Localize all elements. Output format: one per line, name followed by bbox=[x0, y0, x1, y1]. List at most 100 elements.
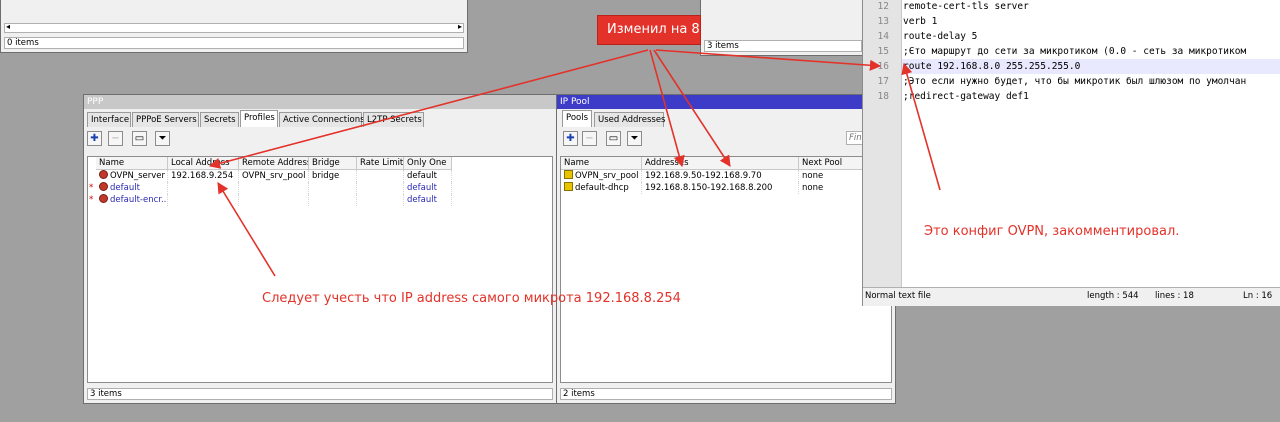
tab-interface[interactable]: Interface bbox=[87, 112, 131, 127]
code-line[interactable]: ;redirect-gateway def1 bbox=[903, 89, 1029, 104]
pool-addresses: 192.168.9.50-192.168.9.70 bbox=[642, 170, 799, 182]
pool-name: OVPN_srv_pool bbox=[561, 170, 642, 182]
code-line[interactable]: route-delay 5 bbox=[903, 29, 977, 44]
line-number: 13 bbox=[877, 16, 889, 27]
profile-name: OVPN_server bbox=[96, 170, 168, 182]
local-address bbox=[168, 194, 239, 206]
line-number: 16 bbox=[877, 61, 889, 72]
column-header-remote-address[interactable]: Remote Address bbox=[239, 157, 309, 170]
rate-limit bbox=[357, 182, 404, 194]
editor-status-bar: Normal text file length : 544 lines : 18… bbox=[863, 287, 1280, 306]
annotation-ip-note: Следует учесть что IP address самого мик… bbox=[262, 291, 681, 306]
top-left-window: ◂ ▸ 0 items bbox=[0, 0, 468, 53]
remote-address bbox=[239, 194, 309, 206]
remote-address bbox=[239, 182, 309, 194]
annotation-config-note: Это конфиг OVPN, закомментировал. bbox=[924, 224, 1180, 239]
table-row[interactable]: OVPN_server 192.168.9.254 OVPN_srv_pool … bbox=[88, 170, 452, 182]
line-number: 18 bbox=[877, 91, 889, 102]
comment-icon: ▭ bbox=[608, 133, 619, 144]
scroll-left-icon[interactable]: ◂ bbox=[6, 22, 10, 31]
scroll-right-icon[interactable]: ▸ bbox=[458, 22, 462, 31]
line-number: 15 bbox=[877, 46, 889, 57]
add-button[interactable]: ✚ bbox=[563, 131, 578, 146]
remove-button[interactable]: − bbox=[582, 131, 597, 146]
bridge: bridge bbox=[309, 170, 357, 182]
status-length: length : 544 bbox=[1087, 291, 1139, 301]
add-button[interactable]: ✚ bbox=[87, 131, 102, 146]
plus-icon: ✚ bbox=[566, 133, 575, 144]
comment-button[interactable]: ▭ bbox=[606, 131, 621, 146]
pools-table: Name Addresses Next Pool OVPN_srv_pool 1… bbox=[560, 156, 893, 383]
column-header-addresses[interactable]: Addresses bbox=[642, 157, 799, 170]
table-row[interactable]: OVPN_srv_pool 192.168.9.50-192.168.9.70 … bbox=[561, 170, 893, 182]
tab-l2tp-secrets[interactable]: L2TP Secrets bbox=[363, 112, 424, 127]
minus-icon: − bbox=[585, 133, 594, 144]
code-line[interactable]: ;Єто маршрут до сети за микротиком (0.0 … bbox=[903, 44, 1246, 59]
rate-limit bbox=[357, 194, 404, 206]
top-mid-window: 3 items bbox=[700, 0, 866, 56]
column-header-local-address[interactable]: Local Address bbox=[168, 157, 239, 170]
column-header-name[interactable]: Name bbox=[561, 157, 642, 170]
status-bar: 2 items bbox=[560, 388, 892, 400]
code-line[interactable]: ;Это если нужно будет, что бы микротик б… bbox=[903, 74, 1246, 89]
pool-icon bbox=[564, 170, 573, 179]
filter-button[interactable]: ⏷ bbox=[627, 131, 642, 146]
line-number: 17 bbox=[877, 76, 889, 87]
code-line[interactable]: remote-cert-tls server bbox=[903, 0, 1029, 14]
only-one: default bbox=[404, 170, 452, 182]
column-header-rate-limit[interactable]: Rate Limit... bbox=[357, 157, 404, 170]
pool-icon bbox=[564, 182, 573, 191]
line-number: 12 bbox=[877, 1, 889, 12]
row-mark bbox=[88, 170, 96, 182]
remove-button[interactable]: − bbox=[108, 131, 123, 146]
line-number: 14 bbox=[877, 31, 889, 42]
tab-pools[interactable]: Pools bbox=[562, 110, 592, 127]
tab-used-addresses[interactable]: Used Addresses bbox=[594, 112, 666, 127]
local-address: 192.168.9.254 bbox=[168, 170, 239, 182]
only-one: default bbox=[404, 194, 452, 206]
local-address bbox=[168, 182, 239, 194]
bridge bbox=[309, 194, 357, 206]
row-mark: * bbox=[89, 183, 94, 193]
column-header-name[interactable]: Name bbox=[96, 157, 168, 170]
profiles-table: Name Local Address Remote Address Bridge… bbox=[87, 156, 553, 383]
status-file-type: Normal text file bbox=[865, 291, 931, 301]
column-header-bridge[interactable]: Bridge bbox=[309, 157, 357, 170]
table-row[interactable]: default-dhcp 192.168.8.150-192.168.8.200… bbox=[561, 182, 893, 194]
ip-pool-window: IP Pool Pools Used Addresses ✚ − ▭ ⏷ Nam… bbox=[556, 94, 896, 404]
column-header-only-one[interactable]: Only One bbox=[404, 157, 452, 170]
annotation-callout: Изменил на 8 bbox=[597, 15, 701, 45]
minus-icon: − bbox=[111, 133, 120, 144]
rate-limit bbox=[357, 170, 404, 182]
tab-pppoe-servers[interactable]: PPPoE Servers bbox=[132, 112, 199, 127]
tab-secrets[interactable]: Secrets bbox=[200, 112, 239, 127]
window-title: PPP bbox=[84, 95, 556, 109]
comment-icon: ▭ bbox=[134, 133, 145, 144]
profile-icon bbox=[99, 194, 108, 203]
tab-active-connections[interactable]: Active Connections bbox=[279, 112, 365, 127]
only-one: default bbox=[404, 182, 452, 194]
remote-address: OVPN_srv_pool bbox=[239, 170, 309, 182]
status-bar: 3 items bbox=[704, 40, 862, 52]
table-row[interactable]: * default-encr... default bbox=[88, 194, 452, 206]
pool-name: default-dhcp bbox=[561, 182, 642, 194]
filter-icon: ⏷ bbox=[158, 133, 167, 144]
text-editor-window: 12 remote-cert-tls server 13 verb 1 14 r… bbox=[862, 0, 1280, 306]
annotation-changed: Изменил на 8 bbox=[607, 22, 700, 37]
table-row[interactable]: * default default bbox=[88, 182, 452, 194]
filter-icon: ⏷ bbox=[630, 133, 639, 144]
bridge bbox=[309, 182, 357, 194]
status-cursor-line: Ln : 16 bbox=[1243, 291, 1273, 301]
comment-button[interactable]: ▭ bbox=[132, 131, 147, 146]
row-mark: * bbox=[89, 195, 94, 205]
profile-icon bbox=[99, 182, 108, 191]
ppp-window: PPP Interface PPPoE Servers Secrets Prof… bbox=[83, 94, 557, 404]
status-lines: lines : 18 bbox=[1155, 291, 1194, 301]
profile-name: default-encr... bbox=[96, 194, 168, 206]
filter-button[interactable]: ⏷ bbox=[155, 131, 170, 146]
code-line[interactable]: route 192.168.8.0 255.255.255.0 bbox=[903, 59, 1080, 74]
code-line[interactable]: verb 1 bbox=[903, 14, 937, 29]
profile-name: default bbox=[96, 182, 168, 194]
tab-profiles[interactable]: Profiles bbox=[240, 110, 278, 127]
horizontal-scrollbar[interactable]: ◂ ▸ bbox=[4, 22, 464, 33]
